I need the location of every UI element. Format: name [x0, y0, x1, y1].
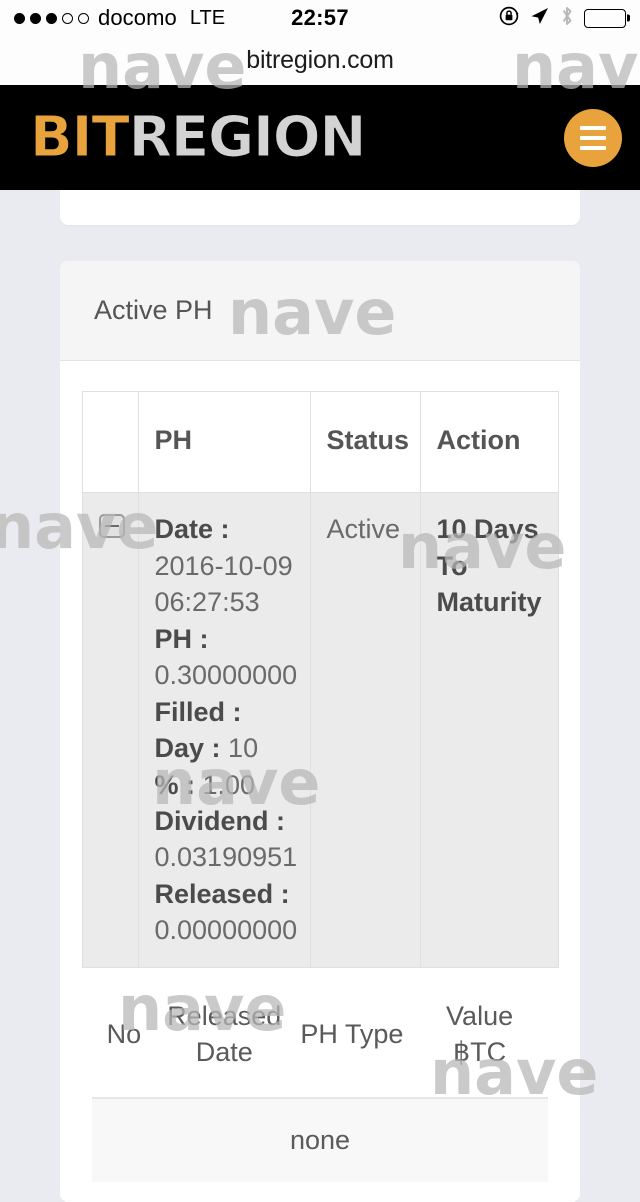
column-header-action: Action [419, 390, 559, 494]
bluetooth-icon [559, 5, 575, 32]
released-table-body: none [92, 1097, 548, 1182]
column-header-ph: PH [137, 390, 311, 494]
ph-field-percent-value: 1.00 [202, 769, 256, 800]
status-badge: Active [309, 492, 421, 968]
location-arrow-icon [529, 5, 550, 31]
active-ph-panel-body: PH Status Action Date : 2016-10-09 06:27… [60, 361, 580, 1202]
logo-text-bit: BIT [30, 104, 131, 170]
ph-field-dividend-label: Dividend : [154, 805, 286, 836]
table-header-row: PH Status Action [81, 390, 559, 494]
site-logo[interactable]: BIT REGION [30, 104, 367, 170]
active-ph-table-body: Date : 2016-10-09 06:27:53 PH : 0.300000… [81, 492, 559, 968]
active-ph-table-head: PH Status Action [81, 390, 559, 494]
status-bar-right [498, 5, 626, 32]
row-toggle-cell[interactable] [81, 492, 139, 968]
released-table-head: No Released Date PH Type Value ฿TC [92, 967, 548, 1099]
ph-field-ph-label: PH : [154, 623, 209, 654]
action-cell: 10 Days To Maturity [419, 492, 559, 968]
panel-title: Active PH [94, 295, 213, 325]
active-ph-panel: Active PH PH Status Action Date: 2016-1… [60, 261, 580, 1202]
ph-field-day-label: Day : [154, 733, 221, 764]
active-ph-panel-heading: Active PH [60, 261, 580, 361]
page-content: Active PH PH Status Action Date: 2016-1… [0, 175, 640, 1202]
active-ph-table: PH Status Action Date : 2016-10-09 06:27… [81, 390, 559, 968]
ph-field-date-value: 2016-10-09 06:27:53 [154, 550, 293, 618]
ph-field-released-label: Released : [154, 878, 290, 909]
carrier-name: docomo [98, 5, 177, 30]
column-header-toggle [81, 390, 139, 494]
released-section: No Released Date PH Type Value ฿TC none [60, 967, 580, 1202]
ph-field-day: Day : 10 [155, 730, 294, 766]
logo-text-region: REGION [128, 104, 367, 170]
ph-field-dividend: Dividend : 0.03190951 [154, 803, 298, 876]
site-header: BIT REGION [0, 85, 640, 190]
released-column-date: Released Date [155, 967, 293, 1099]
ph-field-ph-value: 0.30000000 [154, 660, 298, 691]
ph-details-cell: Date : 2016-10-09 06:27:53 PH : 0.300000… [137, 492, 311, 968]
ph-field-day-value: 10 [228, 733, 259, 764]
ph-field-released-value: 0.00000000 [154, 915, 298, 946]
column-header-status: Status [309, 390, 421, 494]
network-type: LTE [189, 6, 226, 29]
rotation-lock-icon [498, 5, 520, 32]
ph-field-date: Date : 2016-10-09 06:27:53 [155, 511, 294, 620]
released-column-value: Value ฿TC [411, 967, 548, 1099]
ph-field-percent: % : 1.00 [155, 767, 294, 803]
released-header-row: No Released Date PH Type Value ฿TC [92, 967, 548, 1099]
ph-field-dividend-value: 0.03190951 [154, 842, 298, 873]
battery-icon [584, 8, 626, 28]
ph-field-date-label: Date : [154, 514, 230, 545]
browser-chrome: docomo LTE 22:57 bitregion.com [0, 0, 640, 85]
status-bar-left: docomo LTE [14, 5, 225, 31]
signal-strength-icon [14, 12, 89, 24]
table-row: Date : 2016-10-09 06:27:53 PH : 0.300000… [81, 492, 559, 968]
ios-status-bar: docomo LTE 22:57 [0, 0, 640, 36]
released-column-type: PH Type [292, 967, 412, 1099]
released-empty-row: none [92, 1097, 548, 1182]
browser-url-bar[interactable]: bitregion.com [0, 36, 640, 85]
ph-field-filled: Filled : [155, 694, 294, 730]
released-column-no: No [92, 967, 156, 1099]
minus-collapse-icon[interactable] [98, 514, 125, 539]
hamburger-menu-icon[interactable] [564, 108, 622, 167]
ph-field-filled-label: Filled : [154, 696, 242, 727]
released-empty-text: none [92, 1097, 548, 1182]
ph-field-released: Released : 0.00000000 [154, 876, 298, 949]
url-text: bitregion.com [246, 46, 394, 74]
ph-field-percent-label: % : [154, 769, 196, 800]
released-table: No Released Date PH Type Value ฿TC none [92, 967, 548, 1182]
ph-field-ph: PH : 0.30000000 [154, 621, 298, 694]
